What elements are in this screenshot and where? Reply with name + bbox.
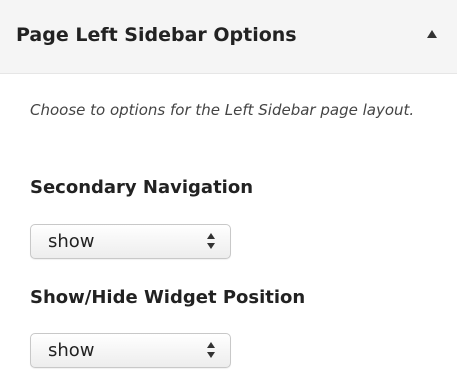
widget-position-select-value: show (48, 340, 95, 361)
panel-title: Page Left Sidebar Options (16, 24, 297, 46)
widget-position-label: Show/Hide Widget Position (30, 287, 306, 308)
widget-position-select[interactable]: show (30, 333, 231, 368)
select-updown-arrows-icon (205, 232, 217, 252)
select-updown-arrows-icon (205, 341, 217, 361)
secondary-navigation-label: Secondary Navigation (30, 177, 254, 198)
secondary-navigation-select-value: show (48, 231, 95, 252)
collapse-toggle-icon[interactable] (427, 30, 437, 38)
panel-header[interactable]: Page Left Sidebar Options (0, 0, 457, 74)
panel-description: Choose to options for the Left Sidebar p… (30, 101, 415, 119)
secondary-navigation-select[interactable]: show (30, 224, 231, 259)
